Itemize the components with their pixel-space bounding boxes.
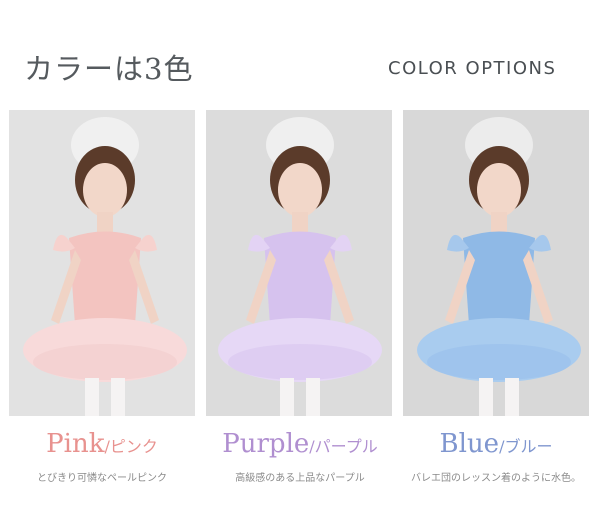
caption-pink: Pink/ピンク とびきり可憐なペールピンク	[2, 428, 202, 484]
product-photo-purple[interactable]	[206, 110, 392, 416]
dancer-illustration-pink	[9, 110, 195, 416]
dancer-illustration-blue	[403, 110, 589, 416]
caption-blue: Blue/ブルー バレエ団のレッスン着のように水色。	[396, 428, 596, 484]
section-title-en: COLOR OPTIONS	[388, 58, 557, 79]
color-description-blue: バレエ団のレッスン着のように水色。	[411, 473, 581, 484]
color-name-blue: Blue/ブルー	[439, 429, 553, 459]
color-name-purple: Purple/パープル	[222, 429, 378, 459]
caption-purple: Purple/パープル 高級感のある上品なパープル	[200, 428, 400, 484]
product-photo-blue[interactable]	[403, 110, 589, 416]
color-description-purple: 高級感のある上品なパープル	[235, 473, 365, 484]
color-name-pink: Pink/ピンク	[46, 429, 158, 459]
section-title-jp: カラーは3色	[24, 52, 194, 86]
product-photo-pink[interactable]	[9, 110, 195, 416]
dancer-illustration-purple	[206, 110, 392, 416]
color-description-pink: とびきり可憐なペールピンク	[37, 473, 167, 484]
